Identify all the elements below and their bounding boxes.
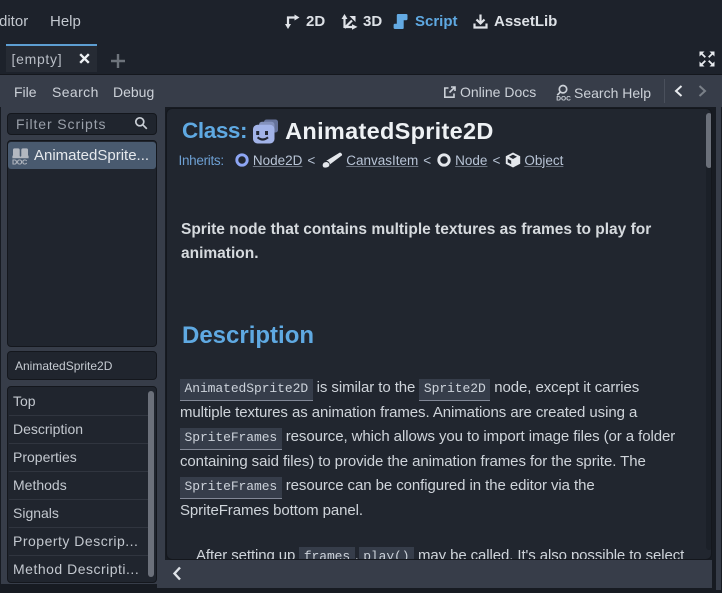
svg-text:DOC: DOC: [556, 95, 571, 101]
svg-text:DOC: DOC: [12, 157, 28, 165]
